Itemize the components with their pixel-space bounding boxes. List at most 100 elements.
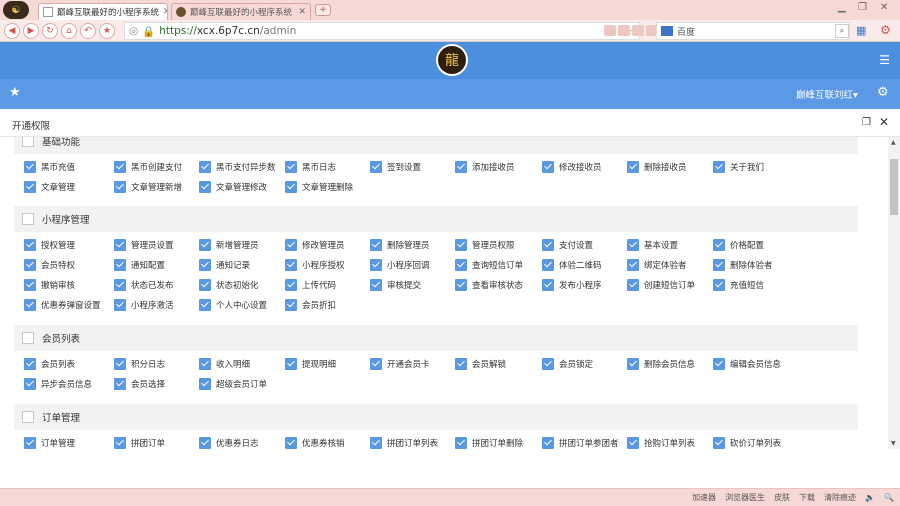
permission-item[interactable]: 修改接收员: [542, 160, 602, 174]
checkbox-checked[interactable]: [24, 358, 36, 370]
checkbox-checked[interactable]: [370, 279, 382, 291]
browser-tab-1[interactable]: 巅峰互联最好的小程序系统 ✕: [38, 3, 168, 20]
checkbox-checked[interactable]: [627, 239, 639, 251]
permission-item[interactable]: 删除管理员: [370, 238, 430, 252]
checkbox-checked[interactable]: [370, 259, 382, 271]
checkbox-checked[interactable]: [713, 239, 725, 251]
checkbox-checked[interactable]: [24, 299, 36, 311]
url-extra-buttons[interactable]: [604, 25, 658, 36]
home-button[interactable]: ⌂: [61, 23, 77, 39]
scroll-down-icon[interactable]: ▼: [891, 440, 896, 447]
permission-item[interactable]: 创建短信订单: [627, 278, 695, 292]
permission-item[interactable]: 优惠券日志: [199, 436, 259, 449]
section-header[interactable]: 会员列表: [14, 325, 858, 351]
checkbox-checked[interactable]: [199, 299, 211, 311]
search-field[interactable]: 百度 ⌕: [656, 22, 850, 40]
permission-item[interactable]: 会员选择: [114, 377, 165, 391]
gear-icon[interactable]: ⚙: [877, 85, 889, 100]
checkbox-checked[interactable]: [285, 279, 297, 291]
section-header[interactable]: 订单管理: [14, 404, 858, 430]
forward-button[interactable]: ▶: [23, 23, 39, 39]
checkbox-checked[interactable]: [24, 259, 36, 271]
checkbox-checked[interactable]: [627, 358, 639, 370]
star-icon[interactable]: ★: [9, 85, 21, 100]
checkbox-checked[interactable]: [455, 161, 467, 173]
checkbox-checked[interactable]: [713, 279, 725, 291]
permission-item[interactable]: 小程序授权: [285, 258, 345, 272]
permission-item[interactable]: 编辑会员信息: [713, 357, 781, 371]
permission-item[interactable]: 抢购订单列表: [627, 436, 695, 449]
permission-item[interactable]: 充值短信: [713, 278, 764, 292]
permission-item[interactable]: 订单管理: [24, 436, 75, 449]
checkbox-checked[interactable]: [199, 239, 211, 251]
checkbox-checked[interactable]: [114, 358, 126, 370]
status-item[interactable]: 下载: [799, 492, 815, 503]
browser-logo-icon[interactable]: ☯: [3, 1, 29, 19]
permission-item[interactable]: 通知记录: [199, 258, 250, 272]
permission-item[interactable]: 拼团订单参团者: [542, 436, 619, 449]
favorite-button[interactable]: ★: [99, 23, 115, 39]
undo-button[interactable]: ↶: [80, 23, 96, 39]
permission-item[interactable]: 状态初始化: [199, 278, 259, 292]
section-checkbox[interactable]: [22, 137, 34, 147]
permission-item[interactable]: 添加接收员: [455, 160, 515, 174]
checkbox-checked[interactable]: [199, 259, 211, 271]
checkbox-checked[interactable]: [285, 259, 297, 271]
status-item[interactable]: 加速器: [692, 492, 716, 503]
permission-item[interactable]: 绑定体验者: [627, 258, 687, 272]
section-checkbox[interactable]: [22, 213, 34, 225]
checkbox-checked[interactable]: [199, 358, 211, 370]
permission-item[interactable]: 文章管理删除: [285, 180, 353, 194]
permission-item[interactable]: 管理员设置: [114, 238, 174, 252]
checkbox-checked[interactable]: [114, 279, 126, 291]
permission-item[interactable]: 查询短信订单: [455, 258, 523, 272]
checkbox-checked[interactable]: [455, 239, 467, 251]
permission-item[interactable]: 管理员权限: [455, 238, 515, 252]
permission-item[interactable]: 价格配置: [713, 238, 764, 252]
checkbox-checked[interactable]: [285, 239, 297, 251]
checkbox-checked[interactable]: [713, 437, 725, 449]
back-button[interactable]: ◀: [4, 23, 20, 39]
permission-item[interactable]: 黑币创建支付: [114, 160, 182, 174]
section-checkbox[interactable]: [22, 332, 34, 344]
checkbox-checked[interactable]: [24, 378, 36, 390]
menu-icon[interactable]: ☰: [879, 53, 890, 67]
checkbox-checked[interactable]: [455, 259, 467, 271]
checkbox-checked[interactable]: [199, 181, 211, 193]
permission-item[interactable]: 文章管理新增: [114, 180, 182, 194]
permission-item[interactable]: 小程序激活: [114, 298, 174, 312]
settings-icon[interactable]: ⚙: [880, 23, 891, 37]
permission-item[interactable]: 撤销审核: [24, 278, 75, 292]
permission-item[interactable]: 优惠券核销: [285, 436, 345, 449]
permission-item[interactable]: 通知配置: [114, 258, 165, 272]
checkbox-checked[interactable]: [627, 259, 639, 271]
checkbox-checked[interactable]: [627, 437, 639, 449]
browser-tab-2[interactable]: 巅峰互联最好的小程序系统 ✕: [171, 3, 311, 20]
permission-item[interactable]: 异步会员信息: [24, 377, 92, 391]
checkbox-checked[interactable]: [285, 161, 297, 173]
checkbox-checked[interactable]: [627, 279, 639, 291]
checkbox-checked[interactable]: [24, 239, 36, 251]
permission-item[interactable]: 黑币支付异步数: [199, 160, 276, 174]
checkbox-checked[interactable]: [24, 279, 36, 291]
checkbox-checked[interactable]: [114, 437, 126, 449]
checkbox-checked[interactable]: [114, 378, 126, 390]
checkbox-checked[interactable]: [199, 161, 211, 173]
scroll-up-icon[interactable]: ▲: [891, 139, 896, 146]
checkbox-checked[interactable]: [199, 279, 211, 291]
permission-item[interactable]: 状态已发布: [114, 278, 174, 292]
checkbox-checked[interactable]: [199, 378, 211, 390]
permission-item[interactable]: 删除接收员: [627, 160, 687, 174]
permission-item[interactable]: 关于我们: [713, 160, 764, 174]
checkbox-checked[interactable]: [542, 161, 554, 173]
scrollbar[interactable]: ▲ ▼: [888, 137, 900, 449]
checkbox-checked[interactable]: [114, 161, 126, 173]
maximize-icon[interactable]: ❐: [862, 117, 871, 128]
permission-item[interactable]: 砍价订单列表: [713, 436, 781, 449]
checkbox-checked[interactable]: [542, 259, 554, 271]
checkbox-checked[interactable]: [370, 437, 382, 449]
status-item[interactable]: 🔉: [865, 493, 875, 502]
permission-item[interactable]: 会员解锁: [455, 357, 506, 371]
permission-item[interactable]: 小程序回调: [370, 258, 430, 272]
permission-item[interactable]: 文章管理: [24, 180, 75, 194]
